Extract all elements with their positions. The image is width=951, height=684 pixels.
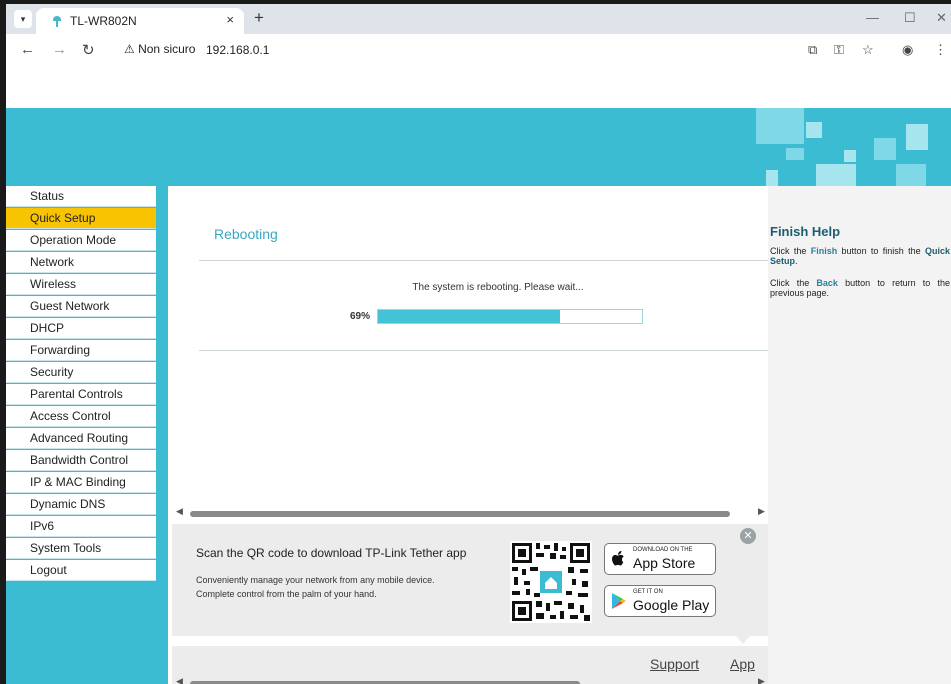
browser-tab[interactable]: TL-WR802N × [36, 8, 244, 34]
divider [199, 260, 769, 261]
translate-icon[interactable]: ⧉ [808, 42, 817, 58]
sidebar-item-parental-controls[interactable]: Parental Controls [6, 384, 156, 405]
progress-bar [377, 309, 643, 324]
url-field[interactable]: ⚠ Non sicuro 192.168.0.1 [114, 38, 874, 62]
close-window-button[interactable]: ✕ [936, 10, 947, 26]
sidebar-item-ip-mac-binding[interactable]: IP & MAC Binding [6, 472, 156, 493]
security-label: Non sicuro [138, 42, 196, 56]
router-header [6, 108, 951, 186]
tether-app-banner: ✕ Scan the QR code to download TP-Link T… [172, 524, 768, 636]
sidebar-item-quick-setup[interactable]: Quick Setup [6, 208, 156, 229]
sidebar-item-dynamic-dns[interactable]: Dynamic DNS [6, 494, 156, 515]
scroll-left-icon[interactable]: ◀ [176, 676, 183, 684]
browser-window: ▾ TL-WR802N × + — ☐ ✕ ← → ↻ ⚠ Non sicuro… [0, 0, 951, 684]
google-play-icon [612, 593, 626, 609]
scroll-left-icon[interactable]: ◀ [176, 506, 183, 517]
sidebar-item-guest-network[interactable]: Guest Network [6, 296, 156, 317]
sidebar-item-status[interactable]: Status [6, 186, 156, 207]
banner-line-2: Complete control from the palm of your h… [196, 589, 377, 599]
bookmark-star-icon[interactable]: ☆ [862, 42, 874, 58]
scrollbar-thumb[interactable] [190, 511, 730, 517]
help-keyword-finish: Finish [810, 246, 838, 256]
header-block [756, 108, 804, 144]
google-play-button[interactable]: GET IT ON Google Play [604, 585, 716, 617]
progress-percent: 69% [350, 311, 371, 322]
scroll-right-icon[interactable]: ▶ [758, 676, 765, 684]
banner-pointer [736, 636, 750, 644]
sidebar-item-advanced-routing[interactable]: Advanced Routing [6, 428, 156, 449]
scroll-right-icon[interactable]: ▶ [758, 506, 765, 517]
close-banner-icon[interactable]: ✕ [740, 528, 756, 544]
sidebar-item-dhcp[interactable]: DHCP [6, 318, 156, 339]
header-block [844, 150, 856, 162]
help-text: Click the [770, 246, 811, 256]
help-panel: Finish Help Click the Finish button to f… [768, 186, 951, 684]
horizontal-scrollbar[interactable]: ◀ ▶ [168, 506, 768, 520]
divider [199, 350, 769, 351]
header-block [806, 122, 822, 138]
header-decoration [756, 108, 951, 186]
maximize-button[interactable]: ☐ [904, 10, 916, 26]
sidebar-item-system-tools[interactable]: System Tools [6, 538, 156, 559]
new-tab-button[interactable]: + [254, 8, 264, 28]
header-block [874, 138, 896, 160]
minimize-button[interactable]: — [866, 10, 879, 25]
help-keyword-back: Back [816, 278, 838, 288]
sidebar-nav: Status Quick Setup Operation Mode Networ… [6, 186, 162, 684]
sidebar-item-wireless[interactable]: Wireless [6, 274, 156, 295]
sidebar-item-ipv6[interactable]: IPv6 [6, 516, 156, 537]
banner-title: Scan the QR code to download TP-Link Tet… [196, 546, 467, 560]
apple-icon [612, 550, 624, 566]
app-store-button[interactable]: DOWNLOAD ON THE App Store [604, 543, 716, 575]
close-tab-icon[interactable]: × [226, 12, 234, 27]
header-block [896, 164, 926, 186]
google-play-label: Google Play [633, 597, 710, 613]
sidebar-item-forwarding[interactable]: Forwarding [6, 340, 156, 361]
help-title: Finish Help [770, 224, 841, 239]
header-block [766, 170, 778, 186]
support-link[interactable]: Support [650, 656, 699, 672]
profile-icon[interactable]: ◉ [902, 42, 913, 58]
page-title: Rebooting [214, 226, 278, 242]
url-text: 192.168.0.1 [206, 43, 270, 57]
help-paragraph-finish: Click the Finish button to finish the Qu… [770, 246, 950, 266]
app-link[interactable]: App [730, 656, 755, 672]
app-store-label: App Store [633, 555, 696, 571]
tab-strip: ▾ TL-WR802N × + — ☐ ✕ [6, 4, 951, 34]
sidebar-item-access-control[interactable]: Access Control [6, 406, 156, 427]
security-warning[interactable]: ⚠ Non sicuro [124, 42, 195, 56]
menu-dots-icon[interactable]: ⋮ [934, 42, 947, 58]
address-bar: ← → ↻ ⚠ Non sicuro 192.168.0.1 ⧉ ⚿ ☆ ◉ ⋮ [6, 34, 951, 66]
sidebar-item-bandwidth-control[interactable]: Bandwidth Control [6, 450, 156, 471]
forward-arrow-icon[interactable]: → [52, 41, 67, 58]
tab-title: TL-WR802N [70, 14, 137, 28]
banner-line-1: Conveniently manage your network from an… [196, 575, 435, 585]
sidebar-item-logout[interactable]: Logout [6, 560, 156, 581]
help-text: . [795, 256, 798, 266]
sidebar-item-network[interactable]: Network [6, 252, 156, 273]
header-block [816, 164, 856, 186]
password-key-icon[interactable]: ⚿ [834, 42, 844, 58]
back-arrow-icon[interactable]: ← [20, 41, 35, 58]
app-store-small-label: DOWNLOAD ON THE [633, 547, 693, 553]
sidebar-item-operation-mode[interactable]: Operation Mode [6, 230, 156, 251]
qr-code [510, 541, 592, 623]
reload-icon[interactable]: ↻ [82, 41, 95, 59]
help-text: button to finish the [837, 246, 925, 256]
main-frame: Rebooting The system is rebooting. Pleas… [168, 186, 769, 684]
sidebar-item-security[interactable]: Security [6, 362, 156, 383]
tplink-logo-icon [53, 16, 61, 27]
horizontal-scrollbar-bottom[interactable]: ◀ ▶ [168, 676, 768, 684]
tab-search-button[interactable]: ▾ [14, 10, 32, 28]
help-paragraph-back: Click the Back button to return to the p… [770, 278, 950, 298]
progress-bar-fill [378, 310, 561, 323]
reboot-message: The system is rebooting. Please wait... [412, 282, 584, 293]
header-block [906, 124, 928, 150]
header-block [786, 148, 804, 160]
help-text: Click the [770, 278, 817, 288]
google-play-small-label: GET IT ON [633, 589, 663, 595]
